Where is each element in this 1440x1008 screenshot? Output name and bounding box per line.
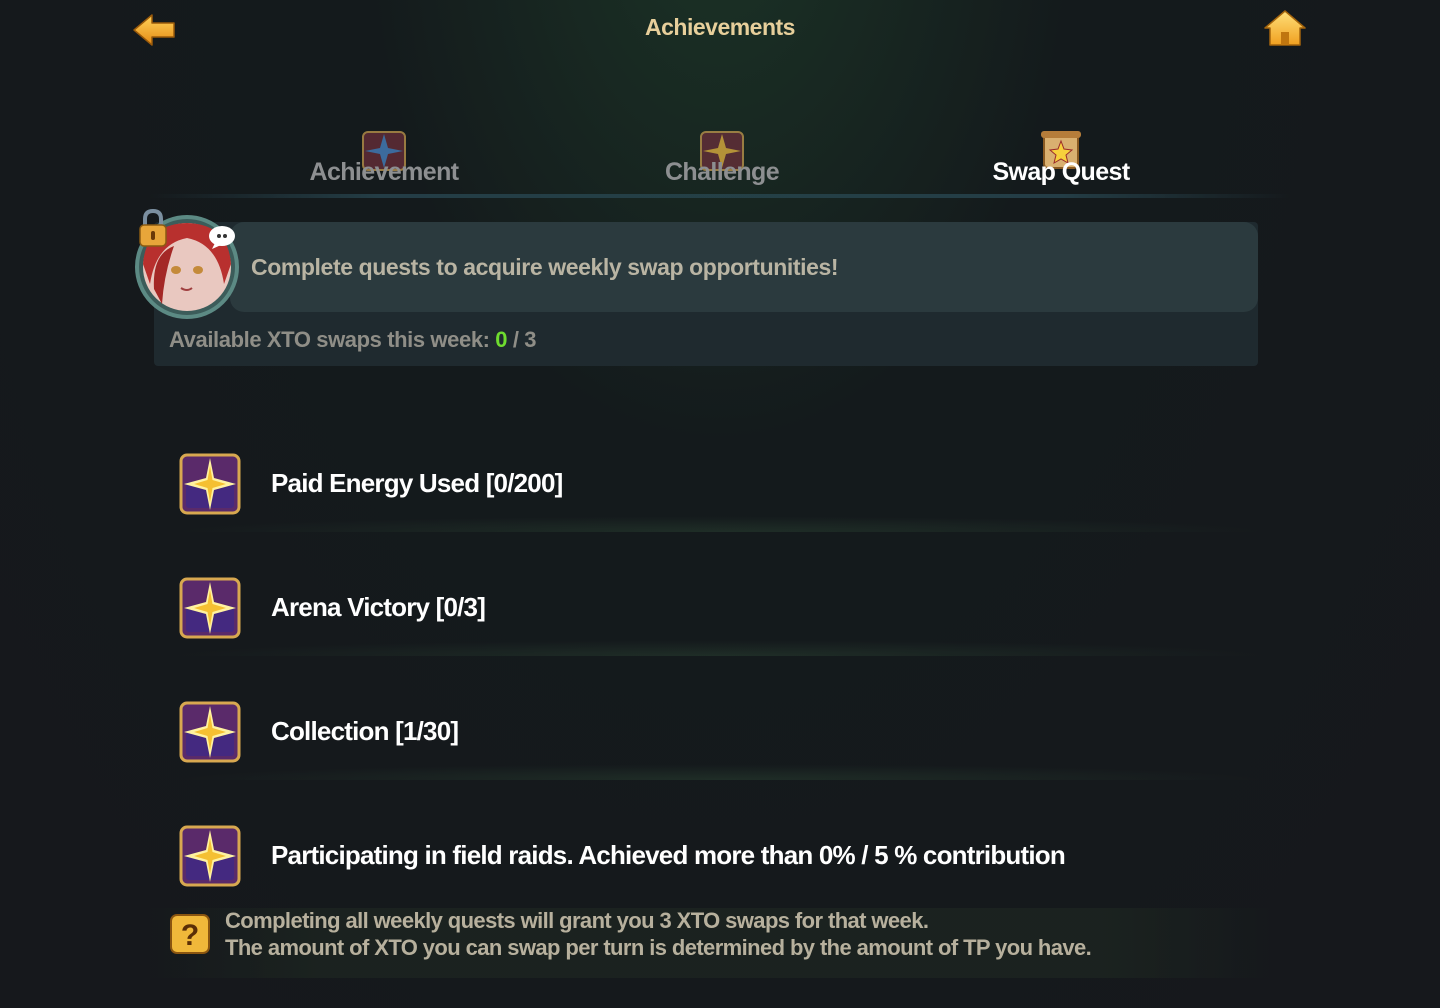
swaps-total: 3 (524, 327, 537, 352)
home-button[interactable] (1262, 8, 1308, 48)
page-title: Achievements (645, 14, 795, 40)
star-badge-icon (179, 453, 241, 515)
footer-note-line1: Completing all weekly quests will grant … (225, 908, 929, 933)
quest-row: Paid Energy Used [0/200] (170, 432, 1270, 532)
row-divider (170, 516, 1270, 532)
tab-challenge[interactable]: Challenge (592, 128, 852, 200)
star-badge-icon (179, 577, 241, 639)
footer-note-line2: The amount of XTO you can swap per turn … (225, 935, 1092, 960)
available-swaps: Available XTO swaps this week: 0 / 3 (169, 327, 537, 353)
quest-label: Arena Victory [0/3] (271, 592, 486, 622)
row-divider (170, 640, 1270, 656)
svg-text:?: ? (181, 919, 199, 952)
tab-label: Achievement (309, 158, 459, 186)
tab-swap-quest[interactable]: Swap Quest (931, 128, 1191, 200)
tab-label: Challenge (664, 158, 780, 186)
row-divider (170, 764, 1270, 780)
swaps-used: 0 (495, 327, 508, 352)
tab-achievement[interactable]: Achievement (254, 128, 514, 200)
star-badge-icon (179, 701, 241, 763)
tab-label: Swap Quest (992, 158, 1130, 186)
tab-underline (150, 194, 1290, 198)
help-icon[interactable]: ? (168, 912, 212, 956)
quest-row: Arena Victory [0/3] (170, 556, 1270, 656)
quest-label: Paid Energy Used [0/200] (271, 468, 563, 498)
star-badge-icon (179, 825, 241, 887)
quest-row: Collection [1/30] (170, 680, 1270, 780)
chat-bubble-icon (207, 224, 237, 250)
quest-label: Collection [1/30] (271, 716, 459, 746)
info-message: Complete quests to acquire weekly swap o… (251, 254, 839, 280)
swaps-separator: / (507, 327, 525, 352)
swaps-label: Available XTO swaps this week: (169, 327, 496, 352)
quest-label: Participating in field raids. Achieved m… (271, 840, 1066, 870)
lock-icon (137, 208, 169, 248)
home-icon (1264, 10, 1306, 46)
quest-row: Participating in field raids. Achieved m… (170, 804, 1270, 904)
